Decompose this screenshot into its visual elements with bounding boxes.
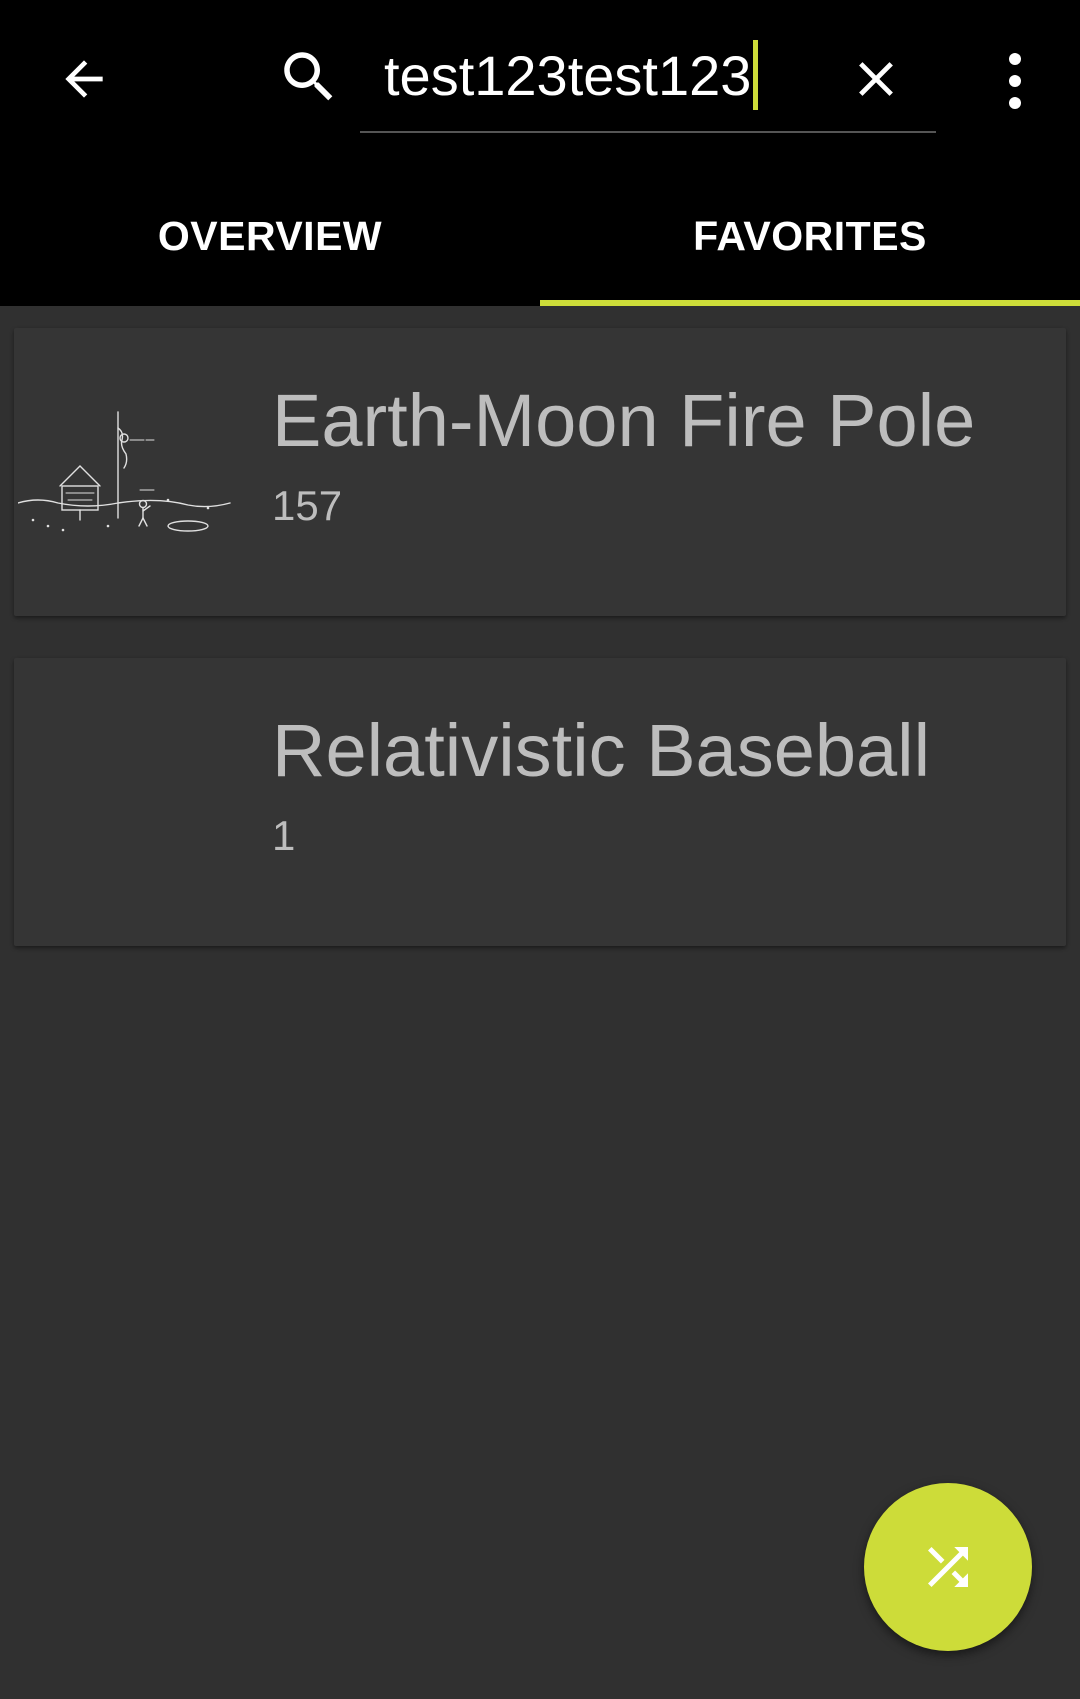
tab-favorites[interactable]: FAVORITES	[540, 186, 1080, 306]
tab-indicator	[540, 300, 1080, 306]
app-bar: test123test123 OVERVIEW FAVORITES	[0, 0, 1080, 306]
comic-title: Earth-Moon Fire Pole	[272, 379, 976, 462]
favorite-card[interactable]: Earth-Moon Fire Pole 157	[14, 328, 1066, 616]
shuffle-icon	[928, 1547, 968, 1587]
tab-bar: OVERVIEW FAVORITES	[0, 186, 1080, 306]
more-options-button[interactable]	[994, 40, 1036, 122]
comic-number: 157	[272, 482, 343, 529]
more-vert-icon	[1009, 53, 1021, 109]
comic-thumbnail-placeholder	[18, 738, 238, 868]
tab-overview-label: OVERVIEW	[157, 213, 383, 259]
tab-favorites-label: FAVORITES	[693, 213, 927, 259]
search-input-text: test123test123	[384, 44, 752, 107]
comic-title: Relativistic Baseball	[272, 709, 931, 792]
random-comic-button[interactable]	[864, 1483, 1032, 1651]
arrow-back-icon	[65, 60, 103, 98]
comic-number: 1	[272, 812, 296, 859]
back-button[interactable]	[40, 38, 128, 120]
search-icon	[284, 52, 333, 101]
comic-thumbnail	[18, 411, 231, 532]
clear-search-button[interactable]	[840, 38, 912, 120]
close-icon	[859, 62, 893, 96]
favorite-card[interactable]: Relativistic Baseball 1	[14, 658, 1066, 946]
tab-overview[interactable]: OVERVIEW	[0, 186, 540, 306]
search-input[interactable]: test123test123	[384, 38, 759, 114]
toolbar: test123test123	[0, 0, 1080, 160]
text-cursor	[753, 40, 759, 111]
